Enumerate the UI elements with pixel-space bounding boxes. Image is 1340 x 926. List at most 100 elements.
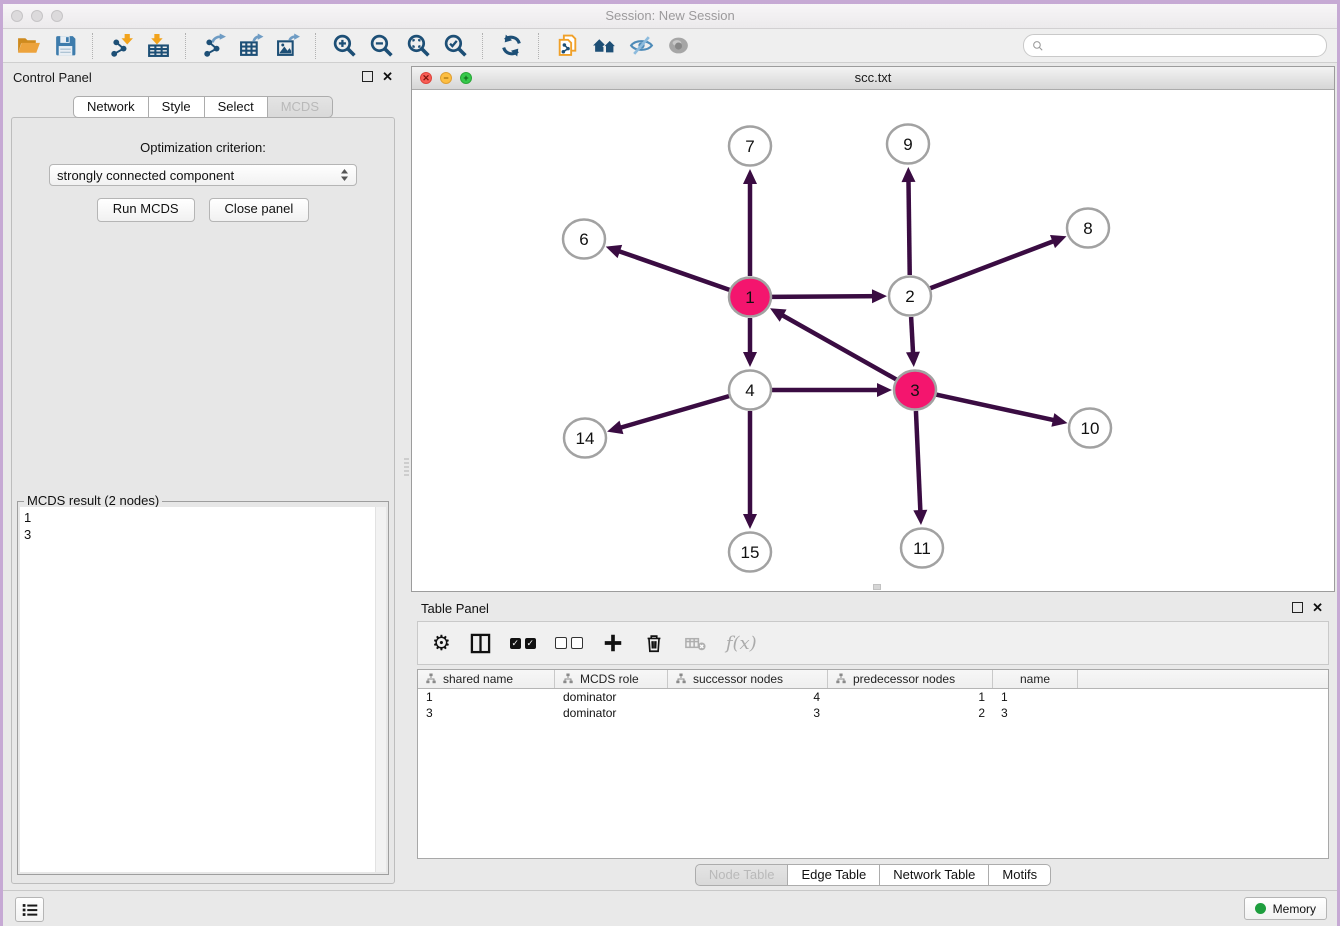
result-scrollbar[interactable] bbox=[375, 507, 386, 872]
tab-select[interactable]: Select bbox=[205, 96, 268, 118]
table-row[interactable]: 3 dominator 3 2 3 bbox=[418, 705, 1328, 721]
save-session-icon[interactable] bbox=[50, 31, 80, 61]
clone-network-icon[interactable] bbox=[552, 31, 582, 61]
network-window: ✕ − + scc.txt 7968124314101511 bbox=[411, 66, 1335, 592]
graph-edge-1-2[interactable] bbox=[771, 296, 881, 297]
memory-button[interactable]: Memory bbox=[1244, 897, 1327, 920]
column-browser-icon[interactable] bbox=[470, 633, 491, 654]
table-toolbar: ⚙ ✓✓ f(x) bbox=[417, 621, 1329, 665]
graph-edge-1-6[interactable] bbox=[611, 249, 730, 291]
window-titlebar: Session: New Session bbox=[3, 4, 1337, 29]
column-header-shared-name[interactable]: shared name bbox=[418, 670, 555, 688]
toolbar-separator bbox=[482, 33, 484, 59]
result-line: 1 bbox=[24, 509, 382, 526]
network-minimize-icon[interactable]: − bbox=[440, 72, 452, 84]
table-row[interactable]: 1 dominator 4 1 1 bbox=[418, 689, 1328, 705]
refresh-layout-icon[interactable] bbox=[496, 31, 526, 61]
canvas-scroll-handle[interactable] bbox=[873, 584, 881, 590]
home-icon[interactable] bbox=[589, 31, 619, 61]
delete-column-icon[interactable] bbox=[643, 632, 665, 654]
task-history-button[interactable] bbox=[15, 897, 44, 922]
cell-shared-name: 1 bbox=[418, 689, 555, 705]
search-input[interactable] bbox=[1049, 37, 1318, 54]
close-table-panel-icon[interactable]: ✕ bbox=[1312, 602, 1323, 613]
toolbar-separator bbox=[538, 33, 540, 59]
splitter-grip[interactable] bbox=[404, 458, 409, 478]
column-header-mcds-role[interactable]: MCDS role bbox=[555, 670, 668, 688]
graph-edge-arrowhead bbox=[607, 421, 623, 434]
network-canvas[interactable]: 7968124314101511 bbox=[412, 90, 1334, 591]
tab-motifs[interactable]: Motifs bbox=[989, 864, 1051, 886]
cell-mcds-role: dominator bbox=[555, 705, 668, 721]
export-table-icon[interactable] bbox=[236, 31, 266, 61]
column-header-name[interactable]: name bbox=[993, 670, 1078, 688]
float-table-panel-icon[interactable] bbox=[1292, 602, 1303, 613]
graph-edge-arrowhead bbox=[743, 514, 757, 529]
graph-edge-arrowhead bbox=[913, 510, 927, 525]
zoom-fit-icon[interactable] bbox=[403, 31, 433, 61]
column-header-successor-nodes[interactable]: successor nodes bbox=[668, 670, 828, 688]
control-panel-header: Control Panel ✕ bbox=[3, 62, 403, 90]
panel-splitter[interactable] bbox=[403, 62, 411, 890]
export-network-icon[interactable] bbox=[199, 31, 229, 61]
table-header-row: shared name MCDS role successor nodes bbox=[418, 670, 1328, 689]
memory-status-dot bbox=[1255, 903, 1266, 914]
tab-style[interactable]: Style bbox=[149, 96, 205, 118]
run-mcds-button[interactable]: Run MCDS bbox=[97, 198, 195, 222]
tab-mcds[interactable]: MCDS bbox=[268, 96, 333, 118]
gear-icon[interactable]: ⚙ bbox=[432, 633, 451, 654]
select-none-icon[interactable] bbox=[555, 637, 583, 649]
network-close-icon[interactable]: ✕ bbox=[420, 72, 432, 84]
select-all-icon[interactable]: ✓✓ bbox=[510, 638, 536, 649]
cell-name: 1 bbox=[993, 689, 1078, 705]
network-maximize-icon[interactable]: + bbox=[460, 72, 472, 84]
graph-edge-2-8[interactable] bbox=[930, 238, 1061, 288]
close-panel-button[interactable]: Close panel bbox=[209, 198, 310, 222]
export-image-icon[interactable] bbox=[273, 31, 303, 61]
function-builder-icon: f(x) bbox=[726, 633, 757, 654]
tab-network-table[interactable]: Network Table bbox=[880, 864, 989, 886]
cell-mcds-role: dominator bbox=[555, 689, 668, 705]
control-panel-title: Control Panel bbox=[13, 70, 92, 85]
main-area: Control Panel ✕ Network Style Select MCD… bbox=[3, 62, 1337, 890]
import-table-icon[interactable] bbox=[143, 31, 173, 61]
float-panel-icon[interactable] bbox=[362, 71, 373, 82]
toggle-hide-icon[interactable] bbox=[626, 31, 656, 61]
show-all-icon[interactable] bbox=[663, 31, 693, 61]
graph-edge-arrowhead bbox=[743, 169, 757, 184]
search-field[interactable] bbox=[1023, 34, 1327, 57]
result-line: 3 bbox=[24, 526, 382, 543]
graph-node-label: 3 bbox=[910, 381, 919, 400]
zoom-in-icon[interactable] bbox=[329, 31, 359, 61]
mcds-result-field: MCDS result (2 nodes) 1 3 bbox=[17, 501, 389, 875]
graph-node-label: 15 bbox=[741, 543, 760, 562]
graph-node-label: 10 bbox=[1081, 419, 1100, 438]
add-column-icon[interactable] bbox=[602, 632, 624, 654]
window-title: Session: New Session bbox=[3, 4, 1337, 28]
close-traffic-light[interactable] bbox=[11, 10, 23, 22]
tab-node-table[interactable]: Node Table bbox=[695, 864, 789, 886]
zoom-selected-icon[interactable] bbox=[440, 31, 470, 61]
close-panel-icon[interactable]: ✕ bbox=[382, 71, 393, 82]
tab-network[interactable]: Network bbox=[73, 96, 149, 118]
tab-edge-table[interactable]: Edge Table bbox=[788, 864, 880, 886]
import-network-icon[interactable] bbox=[106, 31, 136, 61]
optimization-criterion-select[interactable]: strongly connected component bbox=[49, 164, 357, 186]
column-header-predecessor-nodes[interactable]: predecessor nodes bbox=[828, 670, 993, 688]
open-session-icon[interactable] bbox=[13, 31, 43, 61]
graph-node-label: 11 bbox=[913, 539, 931, 558]
graph-edge-3-10[interactable] bbox=[936, 394, 1062, 421]
minimize-traffic-light[interactable] bbox=[31, 10, 43, 22]
graph-edge-arrowhead bbox=[877, 383, 892, 397]
flow-icon bbox=[835, 673, 847, 685]
graph-edge-3-11[interactable] bbox=[916, 411, 921, 519]
graph-edge-3-1[interactable] bbox=[775, 311, 896, 379]
mcds-result-text[interactable]: 1 3 bbox=[20, 507, 386, 872]
maximize-traffic-light[interactable] bbox=[51, 10, 63, 22]
zoom-out-icon[interactable] bbox=[366, 31, 396, 61]
graph-edge-4-14[interactable] bbox=[613, 396, 730, 430]
network-window-titlebar: ✕ − + scc.txt bbox=[412, 67, 1334, 90]
graph-edge-arrowhead bbox=[906, 352, 920, 367]
graph-edge-arrowhead bbox=[743, 352, 757, 367]
graph-edge-2-9[interactable] bbox=[908, 173, 909, 275]
